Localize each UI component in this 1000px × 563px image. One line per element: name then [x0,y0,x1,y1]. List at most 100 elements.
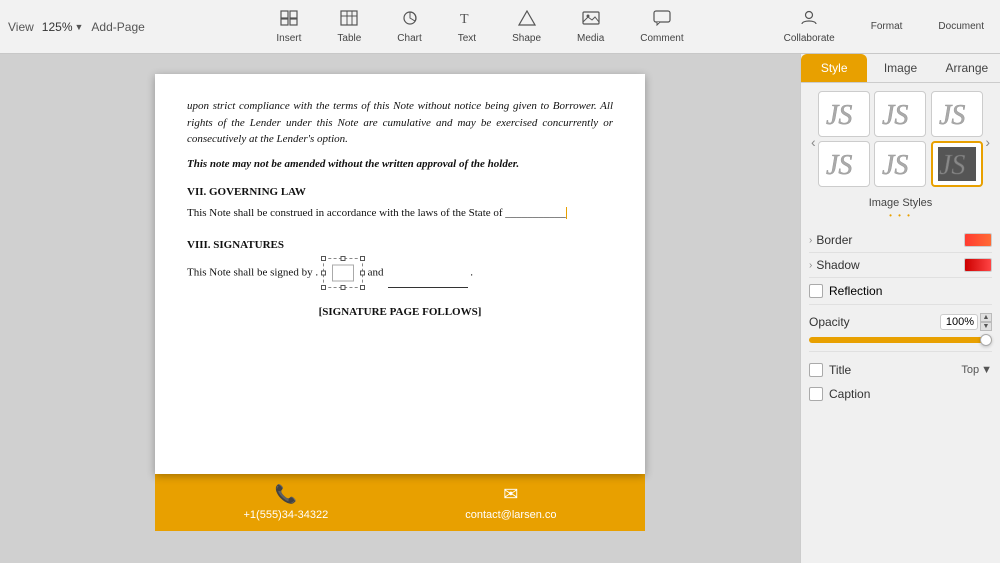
toolbar-center: Insert Table Chart T Text Shape [168,6,792,48]
image-style-3[interactable]: JS [931,91,983,137]
border-swatch[interactable] [964,233,992,247]
opacity-thumb[interactable] [980,334,992,346]
svg-text:JS: JS [826,150,852,181]
image-style-4[interactable]: JS [818,141,870,187]
chart-icon [401,10,419,31]
opacity-decrement[interactable]: ▼ [980,322,992,331]
resize-handle-br[interactable] [360,285,365,290]
shadow-text: Shadow [816,258,859,272]
title-position-dropdown[interactable]: Top ▼ [961,364,992,376]
opacity-value-group: ▲ ▼ [940,313,992,331]
resize-handle-bl[interactable] [321,285,326,290]
document-page: upon strict compliance with the terms of… [155,74,645,474]
tab-arrange[interactable]: Arrange [934,54,1000,82]
shadow-swatch[interactable] [964,258,992,272]
opacity-increment[interactable]: ▲ [980,313,992,322]
resize-handle-bc[interactable] [340,285,345,290]
opacity-input[interactable] [940,314,978,330]
main-area: upon strict compliance with the terms of… [0,54,1000,563]
opacity-section: Opacity ▲ ▼ [809,305,992,352]
section-7-header: VII. GOVERNING LAW [187,184,613,201]
view-label[interactable]: View [8,20,34,34]
resize-handle-tc[interactable] [340,256,345,261]
shadow-row[interactable]: › Shadow [809,253,992,278]
zoom-value[interactable]: 125% [42,20,73,34]
toolbar-document[interactable]: Document [930,17,992,36]
shadow-chevron-icon: › [809,260,812,271]
media-icon [582,10,600,31]
panel-tabs: Style Image Arrange [801,54,1000,83]
title-row: Title Top ▼ [809,358,992,382]
format-label: Format [871,21,903,32]
reflection-row[interactable]: Reflection [809,278,992,305]
resize-handle-mr[interactable] [360,270,365,275]
styles-nav: ‹ JS JS [809,91,992,193]
title-dropdown-chevron-icon: ▼ [981,364,992,376]
opacity-label: Opacity [809,315,850,329]
styles-next-arrow[interactable]: › [983,134,992,150]
opacity-stepper: ▲ ▼ [980,313,992,331]
image-styles-label: Image Styles [809,197,992,209]
title-checkbox[interactable] [809,363,823,377]
toolbar-collaborate[interactable]: Collaborate [776,6,843,48]
tab-arrange-label: Arrange [945,61,988,75]
toolbar-chart[interactable]: Chart [389,6,429,48]
toolbar-table[interactable]: Table [329,6,369,48]
toolbar-insert[interactable]: Insert [268,6,309,48]
border-label: › Border [809,233,852,247]
caption-row: Caption [809,382,992,406]
toolbar-shape[interactable]: Shape [504,6,549,48]
table-label: Table [337,33,361,44]
toolbar-text[interactable]: T Text [450,6,484,48]
section-8-text: This Note shall be signed by . and . [187,258,613,288]
styles-prev-arrow[interactable]: ‹ [809,134,818,150]
comment-icon [653,10,671,31]
toolbar-left: View 125% ▼ Add-Page [8,20,168,34]
document-area[interactable]: upon strict compliance with the terms of… [0,54,800,563]
toolbar: View 125% ▼ Add-Page Insert Table Chart [0,0,1000,54]
caption-checkbox[interactable] [809,387,823,401]
footer-email: ✉ contact@larsen.co [465,484,556,521]
image-styles-grid: JS JS JS [818,91,984,187]
resize-handle-tr[interactable] [360,256,365,261]
toolbar-comment[interactable]: Comment [632,6,691,48]
title-position-value: Top [961,364,979,376]
panel-content: ‹ JS JS [801,83,1000,563]
reflection-checkbox[interactable] [809,284,823,298]
tab-style-label: Style [821,61,848,75]
selected-image[interactable] [323,258,363,288]
zoom-group[interactable]: 125% ▼ [42,20,84,34]
tab-style[interactable]: Style [801,54,867,82]
phone-icon: 📞 [275,484,297,505]
comment-label: Comment [640,33,683,44]
footer-phone: 📞 +1(555)34-34322 [244,484,329,521]
border-chevron-icon: › [809,235,812,246]
border-row[interactable]: › Border [809,228,992,253]
toolbar-media[interactable]: Media [569,6,612,48]
section-7-text: This Note shall be construed in accordan… [187,205,613,222]
signature-line-2 [388,287,468,288]
phone-number: +1(555)34-34322 [244,509,329,521]
image-style-5[interactable]: JS [874,141,926,187]
resize-handle-ml[interactable] [321,270,326,275]
svg-text:JS: JS [882,150,908,181]
svg-text:JS: JS [882,100,908,131]
shape-label: Shape [512,33,541,44]
image-style-1[interactable]: JS [818,91,870,137]
svg-text:JS: JS [826,100,852,131]
image-style-6[interactable]: JS [931,141,983,187]
title-label: Title [829,363,955,377]
image-style-2[interactable]: JS [874,91,926,137]
toolbar-format[interactable]: Format [863,17,911,36]
zoom-chevron-icon: ▼ [75,22,84,32]
caption-label: Caption [829,387,992,401]
table-icon [340,10,358,31]
tab-image[interactable]: Image [867,54,933,82]
svg-text:T: T [460,12,469,26]
reflection-label: Reflection [829,284,882,298]
email-address: contact@larsen.co [465,509,556,521]
opacity-track[interactable] [809,337,992,343]
email-icon: ✉ [503,484,518,505]
resize-handle-tl[interactable] [321,256,326,261]
add-page-label[interactable]: Add-Page [91,20,144,34]
